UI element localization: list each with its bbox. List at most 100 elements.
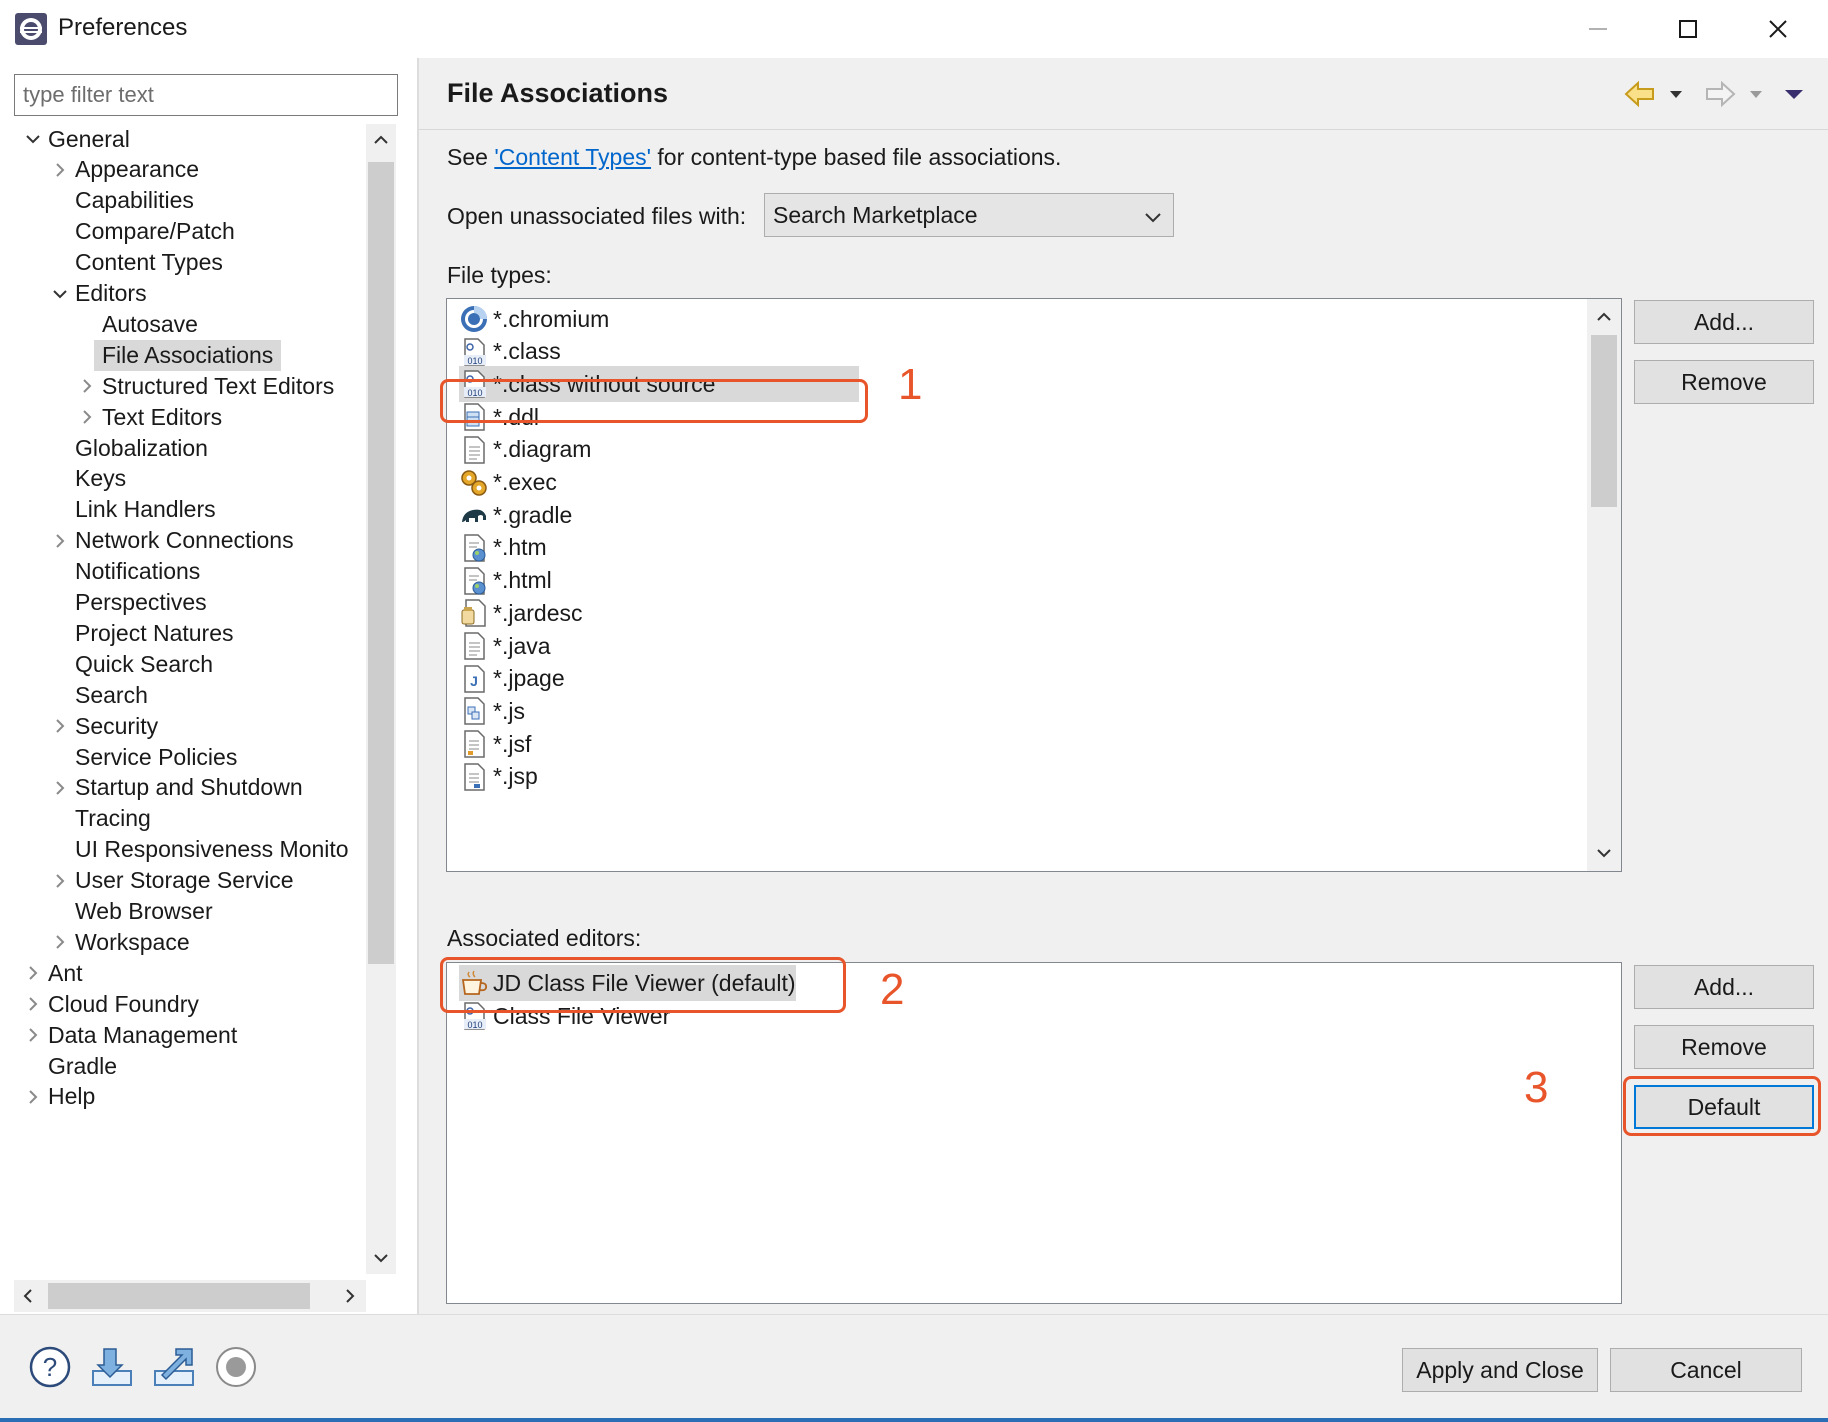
- scroll-up-icon[interactable]: [373, 132, 389, 148]
- annotation-box-1: [440, 379, 868, 423]
- text-file-icon: [459, 435, 489, 465]
- tree-vscroll-thumb[interactable]: [368, 162, 394, 964]
- jpage-file-icon: J: [459, 664, 489, 694]
- file-types-label: File types:: [447, 262, 552, 288]
- jar-file-icon: [459, 598, 489, 628]
- tree-item-label: Project Natures: [75, 619, 234, 646]
- file-type-label: *.htm: [493, 534, 547, 561]
- file-types-remove-button[interactable]: Remove: [1634, 360, 1814, 404]
- tree-item-label: Data Management: [48, 1021, 238, 1048]
- tree-item-label: Autosave: [102, 310, 198, 337]
- tree-item-label: Gradle: [48, 1052, 118, 1079]
- content-types-link[interactable]: 'Content Types': [494, 144, 651, 170]
- tree-item-label: Link Handlers: [75, 496, 216, 523]
- file-type-label: *.jsp: [493, 763, 538, 790]
- file-type-item[interactable]: *.exec: [459, 465, 1359, 501]
- file-types-scrollbar[interactable]: [1587, 299, 1621, 871]
- view-menu-icon[interactable]: [1784, 87, 1804, 105]
- chevron-down-icon: [1143, 206, 1163, 233]
- file-type-item[interactable]: *.chromium: [459, 301, 1359, 337]
- preferences-tree[interactable]: General Appearance Capabilities Compare/Pat…: [14, 124, 366, 1274]
- file-type-label: *.java: [493, 632, 551, 659]
- close-icon: [1769, 20, 1787, 38]
- scroll-up-icon[interactable]: [1596, 309, 1612, 325]
- record-icon[interactable]: [214, 1345, 258, 1389]
- tree-item-label: Service Policies: [75, 743, 238, 770]
- editors-remove-button[interactable]: Remove: [1634, 1025, 1814, 1069]
- chevron-right-icon[interactable]: [22, 1079, 44, 1115]
- tree-item-label: Editors: [75, 280, 147, 306]
- annotation-number-2: 2: [880, 965, 905, 1014]
- maximize-button[interactable]: [1643, 0, 1733, 58]
- help-icon[interactable]: ?: [28, 1345, 72, 1389]
- back-menu-chevron-down-icon[interactable]: [1668, 87, 1684, 105]
- apply-and-close-button[interactable]: Apply and Close: [1402, 1348, 1598, 1392]
- file-type-item[interactable]: *.html: [459, 563, 1359, 599]
- tree-item-label: Globalization: [75, 434, 208, 461]
- file-type-item[interactable]: *.jsf: [459, 726, 1359, 762]
- tree-hscroll-thumb[interactable]: [48, 1283, 310, 1309]
- file-type-label: *.diagram: [493, 436, 592, 463]
- scroll-down-icon[interactable]: [1596, 845, 1612, 861]
- file-type-item[interactable]: J *.jpage: [459, 661, 1359, 697]
- file-type-item[interactable]: *.js: [459, 693, 1359, 729]
- tree-item-label: User Storage Service: [75, 867, 294, 894]
- minimize-icon: [1589, 28, 1607, 30]
- text-file-icon: [459, 631, 489, 661]
- tree-item-label: Ant: [48, 959, 83, 986]
- scroll-left-icon[interactable]: [20, 1288, 36, 1304]
- cancel-button[interactable]: Cancel: [1610, 1348, 1802, 1392]
- tree-horizontal-scrollbar[interactable]: [14, 1280, 366, 1312]
- tree-item-label: Web Browser: [75, 898, 213, 924]
- tree-item-label: Notifications: [75, 558, 201, 585]
- binary-class-file-icon: 010: [459, 337, 489, 367]
- tree-item-label: Quick Search: [75, 650, 214, 677]
- gears-icon: [459, 468, 489, 498]
- file-types-add-button[interactable]: Add...: [1634, 300, 1814, 344]
- file-type-label: *.gradle: [493, 501, 573, 528]
- html-file-icon: [459, 566, 489, 596]
- tree-item-label: Tracing: [75, 805, 151, 832]
- annotation-number-1: 1: [898, 360, 923, 409]
- tree-item[interactable]: Help: [14, 1079, 366, 1115]
- back-arrow-icon[interactable]: [1624, 80, 1656, 113]
- import-preferences-icon[interactable]: [90, 1345, 134, 1389]
- file-type-item[interactable]: *.jsp: [459, 759, 1359, 795]
- editors-add-button[interactable]: Add...: [1634, 965, 1814, 1009]
- open-unassociated-label: Open unassociated files with:: [447, 203, 747, 229]
- window-bottom-border: [0, 1418, 1828, 1422]
- file-type-label: *.chromium: [493, 305, 610, 332]
- gradle-elephant-icon: [459, 500, 489, 530]
- tree-item-label: Structured Text Editors: [102, 372, 335, 399]
- svg-text:?: ?: [43, 1352, 57, 1382]
- file-type-label: *.js: [493, 697, 525, 724]
- file-type-item[interactable]: *.htm: [459, 530, 1359, 566]
- minimize-button[interactable]: [1553, 0, 1643, 58]
- file-type-label: *.exec: [493, 469, 557, 495]
- file-type-item[interactable]: *.jardesc: [459, 595, 1359, 631]
- associated-editors-list[interactable]: JD Class File Viewer (default) 010 Class F…: [446, 962, 1622, 1304]
- file-type-item[interactable]: *.java: [459, 628, 1359, 664]
- forward-arrow-icon[interactable]: [1704, 80, 1736, 113]
- forward-menu-chevron-down-icon[interactable]: [1748, 87, 1764, 105]
- export-preferences-icon[interactable]: [152, 1345, 196, 1389]
- svg-text:010: 010: [467, 356, 482, 366]
- tree-item-label: Keys: [75, 465, 127, 492]
- tree-item-label: UI Responsiveness Monito: [75, 836, 349, 863]
- tree-vertical-scrollbar[interactable]: [366, 124, 396, 1274]
- svg-text:J: J: [470, 673, 478, 689]
- file-type-item[interactable]: *.diagram: [459, 432, 1359, 468]
- tree-item-label: Content Types: [75, 249, 223, 276]
- title-bar: Preferences: [0, 0, 1828, 58]
- window-title: Preferences: [58, 14, 188, 41]
- scroll-down-icon[interactable]: [373, 1250, 389, 1266]
- filter-input[interactable]: [14, 74, 398, 116]
- close-button[interactable]: [1733, 0, 1823, 58]
- file-types-scroll-thumb[interactable]: [1591, 335, 1617, 507]
- scroll-right-icon[interactable]: [342, 1288, 358, 1304]
- file-type-item[interactable]: *.gradle: [459, 497, 1359, 533]
- tree-item-label: Workspace: [75, 928, 190, 955]
- js-file-icon: [459, 696, 489, 726]
- jsp-file-icon: [459, 762, 489, 792]
- open-unassociated-select[interactable]: Search Marketplace: [764, 193, 1174, 237]
